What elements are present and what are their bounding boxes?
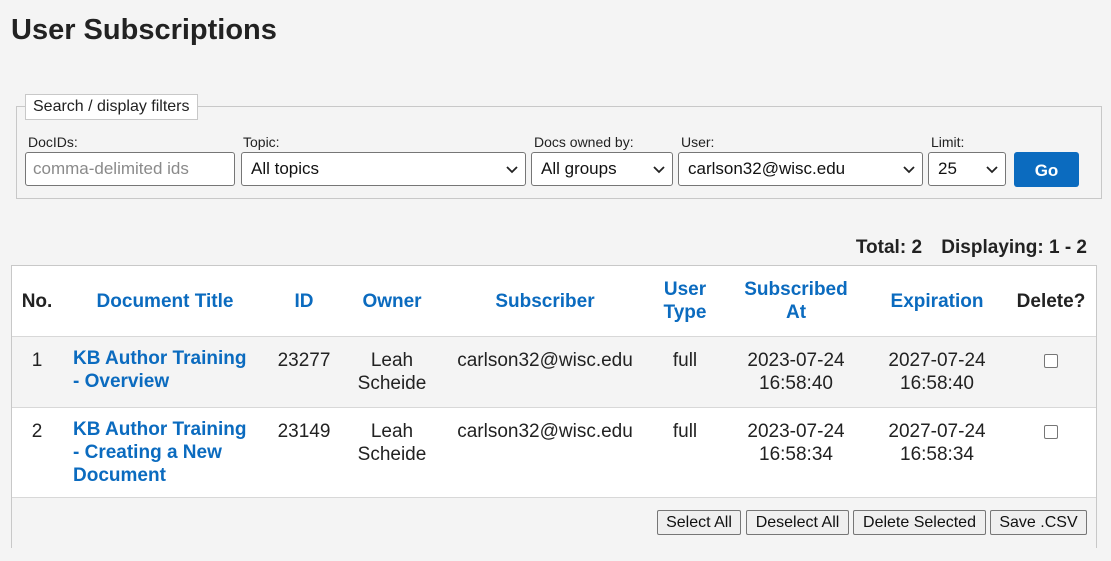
expiration-date: 2027-07-24 [888,421,986,442]
owned-by-select[interactable]: All groups [531,152,673,186]
header-user-type-line2: Type [663,302,707,323]
chevron-down-icon [903,166,915,174]
subscribed-at: 2023-07-24 16:58:34 [734,420,858,466]
table-header-row: No. Document Title ID Owner Subscriber U… [12,266,1096,337]
expiration: 2027-07-24 16:58:40 [878,349,996,395]
subscribed-at: 2023-07-24 16:58:40 [734,349,858,395]
subscribed-time: 16:58:40 [759,373,833,394]
title-line: KB Author Training [73,348,247,369]
chevron-down-icon [986,166,998,174]
owned-by-selected: All groups [541,159,617,178]
limit-select[interactable]: 25 [928,152,1006,186]
topic-selected: All topics [251,159,320,178]
user-label: User: [681,134,715,150]
table-row: 1 KB Author Training - Overview 23277 Le… [12,337,1096,408]
header-user-type[interactable]: User Type [652,278,718,324]
chevron-down-icon [653,166,665,174]
doc-id: 23277 [277,350,331,371]
user-type: full [672,350,698,371]
delete-checkbox[interactable] [1044,425,1058,439]
deselect-all-button[interactable]: Deselect All [746,510,849,535]
results-summary: Total: 2 Displaying: 1 - 2 [842,237,1087,259]
owner: Leah Scheide [352,349,432,395]
expiration-time: 16:58:40 [900,373,974,394]
header-user-type-line1: User [663,279,707,300]
displaying-range: Displaying: 1 - 2 [941,237,1087,258]
header-delete: Delete? [1016,291,1086,312]
docids-label: DocIDs: [28,134,78,150]
row-no: 1 [31,350,43,371]
title-line: KB Author Training [73,419,247,440]
save-csv-button[interactable]: Save .CSV [990,510,1087,535]
limit-selected: 25 [938,159,957,178]
limit-label: Limit: [931,134,965,150]
page-title: User Subscriptions [11,14,277,46]
go-button[interactable]: Go [1014,152,1079,187]
title-line: - Overview [73,371,170,392]
expiration-time: 16:58:34 [900,444,974,465]
expiration: 2027-07-24 16:58:34 [878,420,996,466]
header-subscribed-at[interactable]: Subscribed At [734,278,858,324]
owner-line: Leah [370,350,414,371]
owner-line: Leah [370,421,414,442]
document-title-link[interactable]: KB Author Training - Creating a New Docu… [73,418,273,487]
user-selected: carlson32@wisc.edu [688,159,846,178]
document-title-link[interactable]: KB Author Training - Overview [73,347,273,393]
subscribed-date: 2023-07-24 [747,421,845,442]
user-type: full [672,421,698,442]
chevron-down-icon [506,166,518,174]
owner-line: Scheide [357,444,427,465]
doc-id: 23149 [277,421,331,442]
header-subscribed-at-line2: At [785,302,807,323]
select-all-button[interactable]: Select All [657,510,741,535]
header-owner[interactable]: Owner [352,290,432,313]
title-line: - Creating a New [73,442,222,463]
header-subscriber[interactable]: Subscriber [448,290,642,313]
subscribed-date: 2023-07-24 [747,350,845,371]
header-subscribed-at-line1: Subscribed [744,279,848,300]
subscriber: carlson32@wisc.edu [457,350,633,371]
expiration-date: 2027-07-24 [888,350,986,371]
owned-by-label: Docs owned by: [534,134,634,150]
total-count: Total: 2 [855,237,923,258]
subscriber: carlson32@wisc.edu [457,421,633,442]
subscribed-time: 16:58:34 [759,444,833,465]
header-no: No. [21,291,53,312]
header-document-title[interactable]: Document Title [78,290,252,313]
user-select[interactable]: carlson32@wisc.edu [678,152,923,186]
delete-selected-button[interactable]: Delete Selected [853,510,986,535]
header-id[interactable]: ID [274,290,334,313]
topic-select[interactable]: All topics [241,152,526,186]
row-no: 2 [31,421,43,442]
docids-input[interactable]: comma-delimited ids [25,152,235,186]
title-line: Document [73,465,166,486]
delete-checkbox[interactable] [1044,354,1058,368]
docids-placeholder: comma-delimited ids [33,159,189,178]
filters-legend: Search / display filters [25,94,198,120]
table-row: 2 KB Author Training - Creating a New Do… [12,408,1096,498]
owner-line: Scheide [357,373,427,394]
subscriptions-table: No. Document Title ID Owner Subscriber U… [11,265,1097,548]
owner: Leah Scheide [352,420,432,466]
topic-label: Topic: [243,134,280,150]
header-expiration[interactable]: Expiration [878,290,996,313]
